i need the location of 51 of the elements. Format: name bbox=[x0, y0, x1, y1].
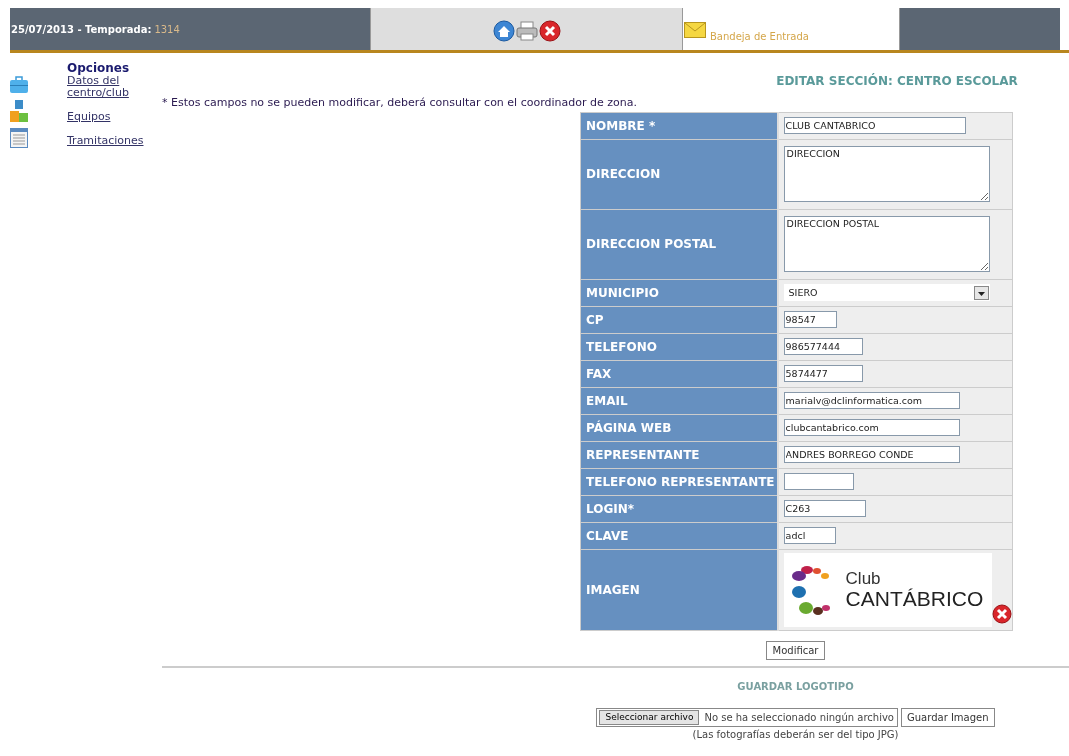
field-label: EMAIL bbox=[580, 387, 778, 414]
file-status: No se ha seleccionado ningún archivo bbox=[703, 710, 895, 725]
note-text: (Las fotografías deberán ser del tipo JPG) bbox=[692, 727, 899, 742]
sidebar-link[interactable]: Equipos bbox=[67, 111, 147, 123]
text-field[interactable]: 98547 bbox=[783, 311, 837, 328]
list-icon bbox=[10, 128, 28, 148]
sidebar-link[interactable]: Datos del centro/club bbox=[67, 75, 147, 99]
text-field[interactable]: ANDRES BORREGO CONDE bbox=[783, 446, 960, 463]
home-icon[interactable] bbox=[492, 20, 515, 42]
field-label: PÁGINA WEB bbox=[580, 414, 778, 441]
field-label: DIRECCION bbox=[580, 139, 778, 209]
save-image-button[interactable]: Guardar Imagen bbox=[901, 707, 995, 727]
field-label: IMAGEN bbox=[580, 549, 778, 630]
field-label: LOGIN* bbox=[580, 495, 778, 522]
text-field[interactable]: adcl bbox=[783, 527, 836, 544]
dropdown[interactable]: SIERO bbox=[783, 284, 990, 301]
field-label: NOMBRE * bbox=[580, 112, 778, 139]
text-field[interactable]: 986577444 bbox=[783, 338, 863, 355]
text-area[interactable]: DIRECCION bbox=[783, 146, 990, 202]
field-label: DIRECCION POSTAL bbox=[580, 209, 778, 279]
logo-text: CANTÁBRICO bbox=[845, 587, 984, 610]
text-area[interactable]: DIRECCION POSTAL bbox=[783, 216, 990, 272]
text-field[interactable]: marialv@dclinformatica.com bbox=[783, 392, 960, 409]
modify-button[interactable]: Modificar bbox=[765, 640, 826, 660]
field-label: CLAVE bbox=[580, 522, 778, 549]
blocks-icon bbox=[10, 100, 28, 122]
sidebar-title: Opciones bbox=[67, 62, 131, 75]
caret-icon bbox=[973, 285, 989, 300]
file-input[interactable]: Seleccionar archivo No se ha seleccionado ningún archivo bbox=[596, 707, 898, 727]
notice-text: * Estos campos no se pueden modificar, deberá consultar con el coordinador de zona. bbox=[162, 95, 638, 111]
date-text: 25/07/2013 - Temporada: bbox=[11, 22, 152, 37]
briefcase-icon bbox=[10, 76, 28, 94]
text-field[interactable]: C263 bbox=[783, 500, 866, 517]
field-label: MUNICIPIO bbox=[580, 279, 778, 306]
choose-file-button[interactable]: Seleccionar archivo bbox=[599, 709, 700, 725]
section-title: GUARDAR LOGOTIPO bbox=[737, 679, 854, 694]
field-label: TELEFONO REPRESENTANTE bbox=[580, 468, 778, 495]
text-field[interactable]: 5874477 bbox=[783, 365, 863, 382]
season-number: 1314 bbox=[154, 22, 180, 37]
text-field[interactable]: clubcantabrico.com bbox=[783, 419, 960, 436]
text-field[interactable] bbox=[783, 473, 854, 490]
field-label: FAX bbox=[580, 360, 778, 387]
close-icon[interactable] bbox=[538, 20, 561, 42]
field-label: CP bbox=[580, 306, 778, 333]
logo-text: Club bbox=[845, 569, 882, 588]
delete-icon[interactable] bbox=[991, 603, 1012, 624]
form-title: EDITAR SECCIÓN: CENTRO ESCOLAR bbox=[776, 74, 1018, 88]
field-label: REPRESENTANTE bbox=[580, 441, 778, 468]
text-field[interactable]: CLUB CANTABRICO bbox=[783, 117, 966, 134]
sidebar-link[interactable]: Tramitaciones bbox=[67, 135, 147, 147]
field-label: TELEFONO bbox=[580, 333, 778, 360]
